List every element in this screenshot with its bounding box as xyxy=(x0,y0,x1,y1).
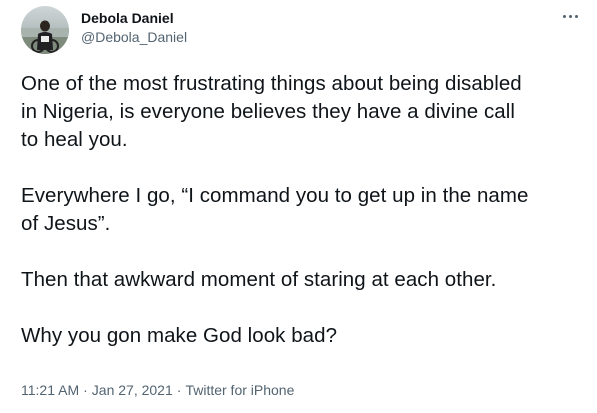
tweet-paragraph-1: One of the most frustrating things about… xyxy=(21,72,522,151)
tweet-paragraph-2: Everywhere I go, “I command you to get u… xyxy=(21,184,529,235)
tweet-time[interactable]: 11:21 AM xyxy=(21,382,79,398)
tweet-metadata: 11:21 AM · Jan 27, 2021 · Twitter for iPhone xyxy=(21,381,294,399)
tweet-paragraph-4: Why you gon make God look bad? xyxy=(21,324,338,347)
tweet-source[interactable]: Twitter for iPhone xyxy=(185,382,294,398)
tweet: Debola Daniel @Debola_Daniel One of the … xyxy=(0,0,597,413)
author-names: Debola Daniel @Debola_Daniel xyxy=(81,10,187,46)
avatar[interactable] xyxy=(21,6,69,54)
more-dot xyxy=(568,14,572,18)
tweet-paragraph-3: Then that awkward moment of staring at e… xyxy=(21,268,497,291)
tweet-date[interactable]: Jan 27, 2021 xyxy=(92,382,173,398)
user-handle[interactable]: @Debola_Daniel xyxy=(81,28,187,46)
avatar-image xyxy=(21,6,69,54)
more-options-icon[interactable] xyxy=(557,6,583,26)
tweet-text: One of the most frustrating things about… xyxy=(21,70,587,350)
more-dot xyxy=(574,14,578,18)
separator: · xyxy=(83,382,88,398)
separator: · xyxy=(176,382,182,398)
more-dot xyxy=(562,14,566,18)
display-name[interactable]: Debola Daniel xyxy=(81,10,187,27)
